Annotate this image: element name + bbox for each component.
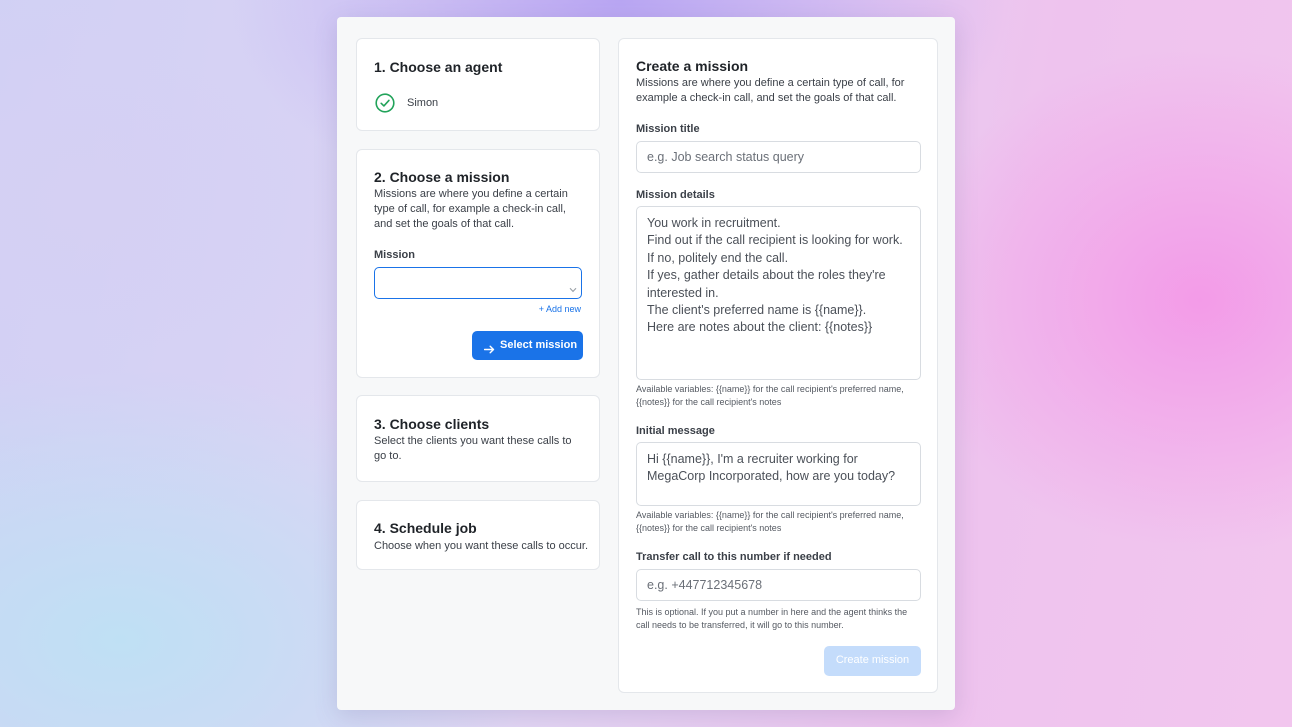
- arrow-right-icon: [483, 341, 495, 354]
- schedule-job-title: 4. Schedule job: [374, 520, 477, 536]
- schedule-job-card: 4. Schedule job Choose when you want the…: [356, 500, 600, 570]
- choose-mission-title: 2. Choose a mission: [374, 169, 510, 185]
- choose-mission-card: 2. Choose a mission Missions are where y…: [356, 149, 600, 378]
- mission-setup-panel: 1. Choose an agent Simon 2. Choose a mis…: [337, 17, 955, 710]
- mission-details-label: Mission details: [636, 189, 715, 201]
- create-mission-card: Create a mission Missions are where you …: [618, 38, 938, 693]
- initial-message-help: Available variables: {{name}} for the ca…: [636, 510, 904, 533]
- agent-name: Simon: [407, 97, 439, 109]
- mission-field-label: Mission: [374, 249, 415, 261]
- add-new-mission-link[interactable]: + Add new: [539, 304, 581, 314]
- choose-agent-card: 1. Choose an agent Simon: [356, 38, 600, 131]
- transfer-number-label: Transfer call to this number if needed: [636, 551, 832, 563]
- initial-message-textarea[interactable]: Hi {{name}}, I'm a recruiter working for…: [636, 442, 921, 506]
- create-mission-title: Create a mission: [636, 58, 749, 74]
- mission-select[interactable]: [374, 267, 582, 299]
- create-mission-button-label: Create mission: [835, 654, 910, 666]
- choose-clients-description: Select the clients you want these calls …: [374, 435, 572, 462]
- initial-message-label: Initial message: [636, 425, 715, 437]
- mission-title-label: Mission title: [636, 123, 700, 135]
- choose-agent-title: 1. Choose an agent: [374, 59, 503, 75]
- chevron-down-icon: [569, 280, 577, 293]
- choose-clients-title: 3. Choose clients: [374, 416, 490, 432]
- create-mission-description: Missions are where you define a certain …: [636, 77, 905, 104]
- choose-mission-description: Missions are where you define a certain …: [374, 188, 568, 230]
- create-mission-button[interactable]: Create mission: [824, 646, 921, 676]
- check-circle-icon: [375, 93, 395, 113]
- mission-details-help: Available variables: {{name}} for the ca…: [636, 384, 904, 407]
- schedule-job-description: Choose when you want these calls to occu…: [374, 540, 589, 552]
- mission-details-textarea[interactable]: You work in recruitment. Find out if the…: [636, 206, 921, 380]
- agent-option-simon[interactable]: Simon: [375, 92, 495, 114]
- transfer-number-input[interactable]: [636, 569, 921, 601]
- select-mission-button[interactable]: Select mission: [472, 331, 583, 360]
- select-mission-label: Select mission: [500, 339, 578, 351]
- choose-clients-card: 3. Choose clients Select the clients you…: [356, 395, 600, 482]
- mission-title-input[interactable]: [636, 141, 921, 173]
- transfer-number-help: This is optional. If you put a number in…: [636, 607, 908, 630]
